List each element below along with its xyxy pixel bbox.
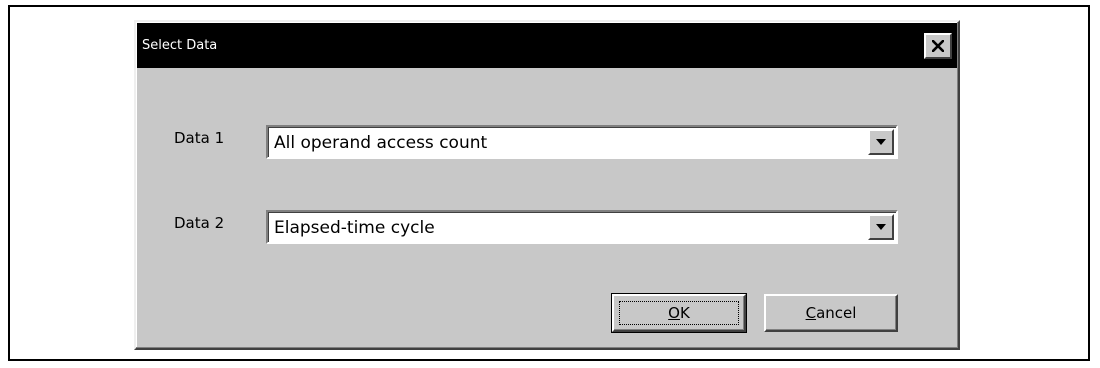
ok-button-label: OK <box>668 304 690 322</box>
data2-value: Elapsed-time cycle <box>274 218 435 238</box>
data2-combobox[interactable]: Elapsed-time cycle <box>266 210 898 244</box>
close-icon <box>932 40 944 52</box>
chevron-down-icon <box>876 224 886 230</box>
cancel-button-label: Cancel <box>805 304 857 322</box>
ok-button[interactable]: OK <box>611 293 747 333</box>
title-bar[interactable]: Select Data <box>137 23 957 68</box>
data1-combobox[interactable]: All operand access count <box>266 125 898 159</box>
dialog-title: Select Data <box>142 38 218 53</box>
select-data-dialog: Select Data Data 1 All operand access co… <box>134 20 960 350</box>
chevron-down-icon <box>876 139 886 145</box>
close-button[interactable] <box>924 33 952 59</box>
data1-label: Data 1 <box>174 129 225 147</box>
data1-dropdown-button[interactable] <box>868 129 894 155</box>
cancel-button[interactable]: Cancel <box>764 294 898 332</box>
data2-dropdown-button[interactable] <box>868 214 894 240</box>
data2-label: Data 2 <box>174 214 225 232</box>
data1-value: All operand access count <box>274 133 488 153</box>
